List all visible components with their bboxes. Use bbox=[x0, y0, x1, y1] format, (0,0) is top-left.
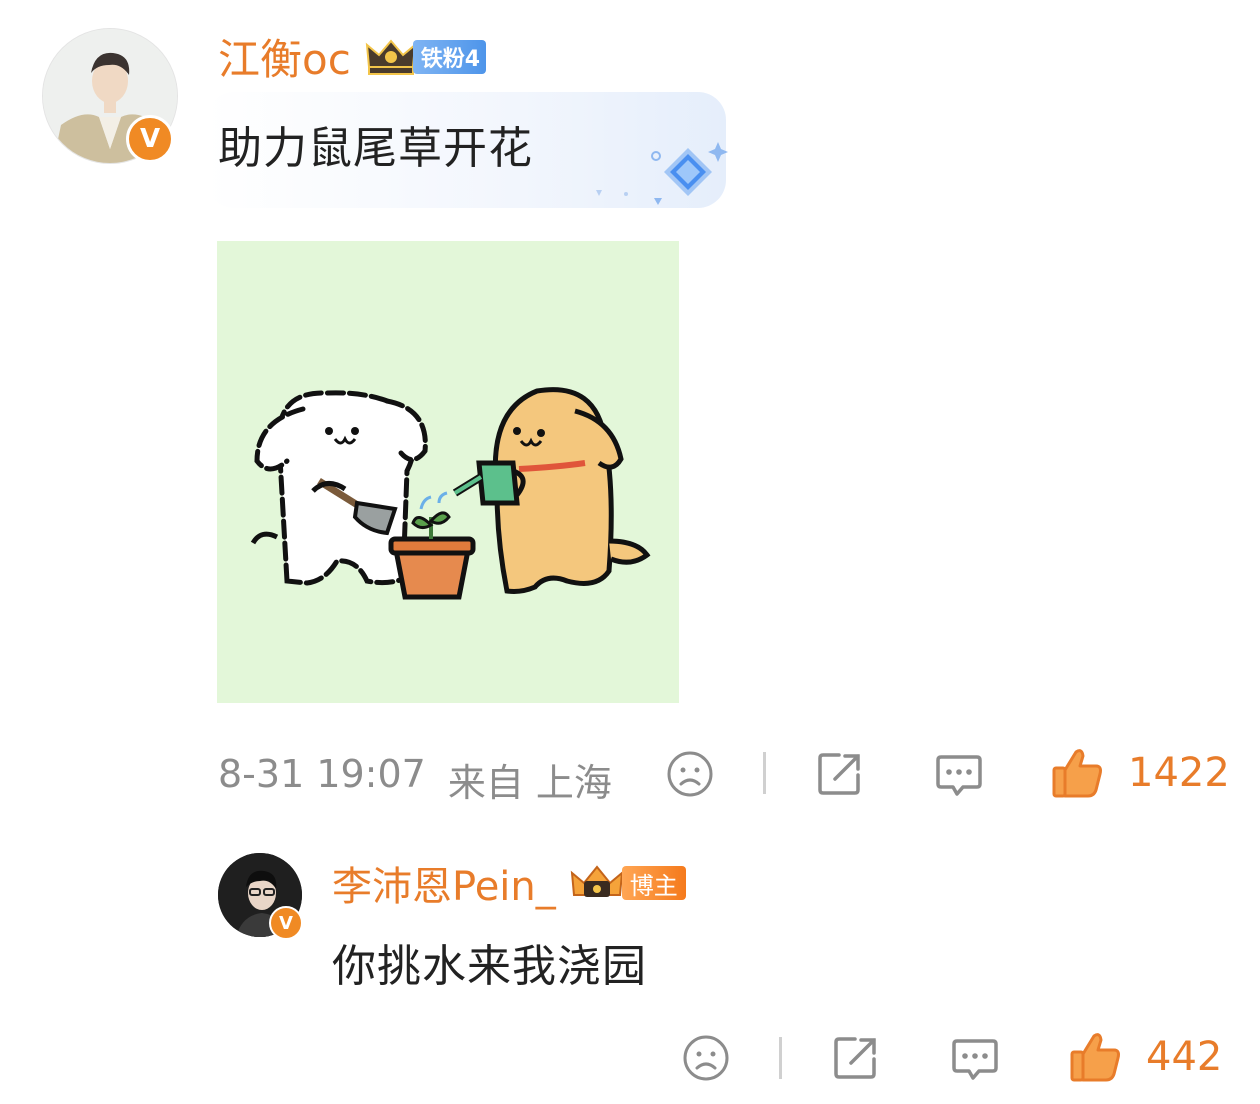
verified-v-icon: V bbox=[269, 906, 303, 940]
commenter-name-row: 江衡oc 铁粉4 bbox=[218, 26, 487, 87]
sad-face-icon[interactable] bbox=[664, 748, 716, 800]
comment-location: 来自 上海 bbox=[447, 761, 612, 805]
share-icon[interactable] bbox=[814, 748, 866, 800]
comment-meta: 8-31 19:07 来自 上海 bbox=[218, 752, 612, 807]
thumbs-up-icon bbox=[1068, 1030, 1124, 1084]
like-count: 442 bbox=[1146, 1034, 1223, 1080]
comment-text: 助力鼠尾草开花 bbox=[218, 123, 533, 174]
replier-name-row: 李沛恩Pein_ 博主 bbox=[332, 854, 686, 912]
host-badge: 博主 bbox=[621, 866, 686, 900]
comment-icon[interactable] bbox=[932, 748, 986, 802]
action-divider bbox=[763, 752, 766, 794]
comment-time: 8-31 19:07 bbox=[218, 752, 426, 796]
like-count: 1422 bbox=[1128, 750, 1230, 796]
comment-icon[interactable] bbox=[948, 1032, 1002, 1086]
sad-face-icon[interactable] bbox=[680, 1032, 732, 1084]
replier-username[interactable]: 李沛恩Pein_ bbox=[332, 854, 556, 912]
share-icon[interactable] bbox=[830, 1032, 882, 1084]
fan-crown-icon bbox=[365, 37, 417, 77]
comment-image[interactable] bbox=[217, 241, 679, 703]
reply-text: 你挑水来我浇园 bbox=[332, 941, 647, 992]
diamond-decoration-icon bbox=[584, 132, 734, 216]
fan-level-badge: 铁粉4 bbox=[412, 39, 487, 74]
verified-v-icon: V bbox=[126, 115, 174, 163]
like-button[interactable]: 1422 bbox=[1050, 746, 1230, 800]
like-button[interactable]: 442 bbox=[1068, 1030, 1222, 1084]
host-crown-icon bbox=[570, 863, 624, 903]
commenter-username[interactable]: 江衡oc bbox=[218, 26, 351, 87]
action-divider bbox=[779, 1037, 782, 1079]
thumbs-up-icon bbox=[1050, 746, 1106, 800]
